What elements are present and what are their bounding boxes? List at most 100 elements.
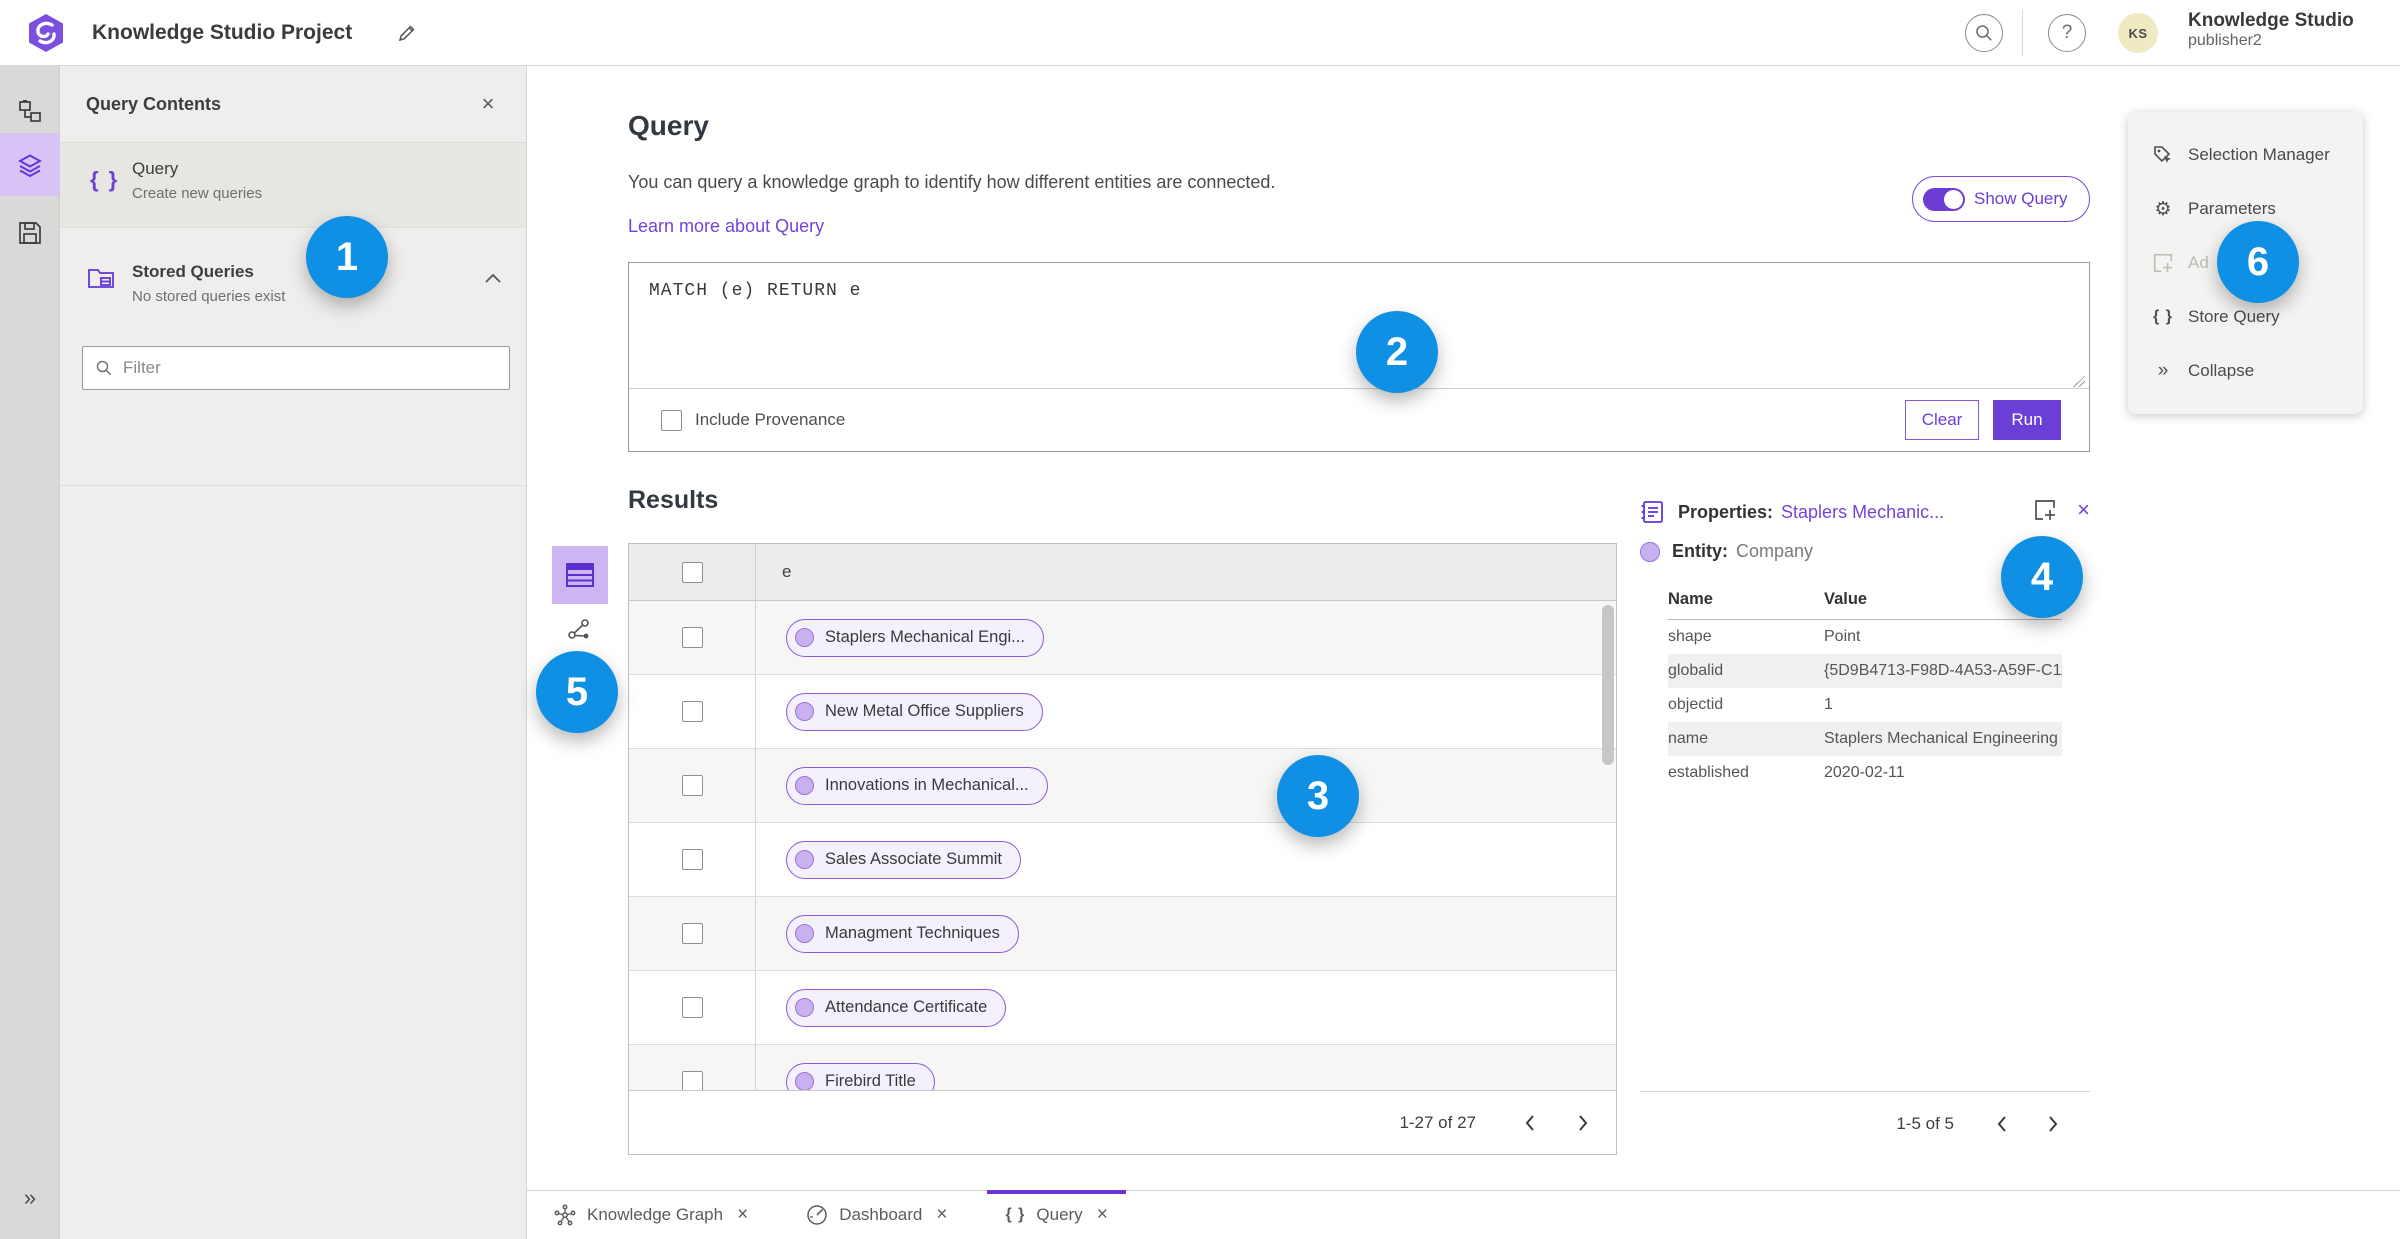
graph-view-button[interactable] xyxy=(556,610,602,650)
rail-contents-button[interactable] xyxy=(0,133,60,196)
close-icon: × xyxy=(936,1204,948,1225)
menu-item-selection-manager[interactable]: Selection Manager xyxy=(2128,138,2363,172)
table-view-button[interactable] xyxy=(552,546,608,604)
tab-label: Knowledge Graph xyxy=(587,1205,724,1224)
results-scrollbar[interactable] xyxy=(1602,605,1614,765)
entity-pill[interactable]: Managment Techniques xyxy=(786,914,1019,953)
properties-close-button[interactable]: × xyxy=(2077,497,2090,523)
menu-item-store-query[interactable]: { } Store Query xyxy=(2128,300,2363,334)
sidebar-item-query[interactable]: { } Query Create new queries xyxy=(60,143,526,228)
entity-pill[interactable]: New Metal Office Suppliers xyxy=(786,692,1043,731)
tab-knowledge-graph[interactable]: Knowledge Graph × xyxy=(536,1191,766,1239)
tab-dashboard[interactable]: Dashboard × xyxy=(788,1191,965,1239)
user-info[interactable]: Knowledge Studio publisher2 xyxy=(2188,10,2354,50)
annotation-circle-1: 1 xyxy=(306,216,388,298)
collapse-icon: » xyxy=(2157,360,2169,381)
stored-queries-section: Stored Queries No stored queries exist xyxy=(60,246,526,486)
bottom-tab-bar: Knowledge Graph × Dashboard × { } Query … xyxy=(527,1190,2400,1239)
filter-input[interactable] xyxy=(123,358,497,378)
selection-manager-icon xyxy=(2150,144,2176,166)
property-value: Staplers Mechanical Engineering xyxy=(1824,730,2058,747)
help-button[interactable]: ? xyxy=(2048,14,2086,52)
table-row: Innovations in Mechanical... xyxy=(629,749,1616,823)
close-icon: × xyxy=(2077,497,2090,522)
rail-save-button[interactable] xyxy=(0,201,60,264)
square-plus-icon xyxy=(2035,500,2056,520)
run-button[interactable]: Run xyxy=(1993,400,2061,440)
resize-grip[interactable] xyxy=(2073,375,2085,387)
results-pagination: 1-27 of 27 xyxy=(629,1090,1616,1154)
annotation-number: 1 xyxy=(335,234,359,279)
menu-item-collapse[interactable]: » Collapse xyxy=(2128,354,2363,388)
search-button[interactable] xyxy=(1965,14,2003,52)
row-checkbox[interactable] xyxy=(681,1071,703,1090)
annotation-number: 6 xyxy=(2246,239,2270,284)
knowledge-graph-icon xyxy=(554,1204,576,1226)
row-checkbox[interactable] xyxy=(681,627,703,648)
query-input[interactable]: MATCH (e) RETURN e xyxy=(629,263,2089,389)
tab-close-button[interactable]: × xyxy=(737,1204,748,1226)
avatar-initials: KS xyxy=(2128,25,2148,41)
panel-close-button[interactable]: × xyxy=(472,88,504,120)
rail-expand-button[interactable]: » xyxy=(0,1185,60,1211)
menu-item-label: Parameters xyxy=(2188,199,2276,218)
entity-pill[interactable]: Staplers Mechanical Engi... xyxy=(786,618,1044,657)
properties-entity-link[interactable]: Staplers Mechanic... xyxy=(1781,502,1944,523)
menu-item-parameters[interactable]: ⚙ Parameters xyxy=(2128,192,2363,226)
tab-close-button[interactable]: × xyxy=(1097,1204,1108,1226)
close-icon: × xyxy=(737,1204,749,1225)
help-icon: ? xyxy=(2061,22,2073,43)
show-query-toggle[interactable]: Show Query xyxy=(1912,176,2090,222)
menu-item-label: Store Query xyxy=(2188,307,2280,326)
entity-pill-label: Managment Techniques xyxy=(825,924,1000,942)
include-provenance-checkbox[interactable] xyxy=(661,409,682,431)
annotation-number: 5 xyxy=(565,669,589,714)
sidebar-item-stored-queries[interactable]: Stored Queries No stored queries exist xyxy=(60,246,526,324)
row-checkbox[interactable] xyxy=(681,701,703,722)
stored-queries-sublabel: No stored queries exist xyxy=(132,288,286,305)
properties-page-label: 1-5 of 5 xyxy=(1896,1113,1954,1133)
property-value: {5D9B4713-F98D-4A53-A59F-C11... xyxy=(1824,662,2062,679)
entity-dot-icon xyxy=(795,628,814,647)
select-all-checkbox[interactable] xyxy=(681,561,703,583)
app-window: Knowledge Studio Project ? KS Knowledge … xyxy=(0,0,2400,1239)
property-row: objectid 1 xyxy=(1668,688,2062,722)
entity-pill[interactable]: Firebird Title xyxy=(786,1062,935,1090)
entity-dot-icon xyxy=(795,1072,814,1090)
properties-next-page-button[interactable] xyxy=(2036,1107,2070,1141)
results-prev-page-button[interactable] xyxy=(1512,1106,1546,1140)
tab-query[interactable]: { } Query × xyxy=(987,1190,1127,1239)
braces-icon: { } xyxy=(90,167,120,192)
properties-prev-page-button[interactable] xyxy=(1984,1107,2018,1141)
chevron-right-icon xyxy=(2048,1115,2057,1132)
row-cell: Firebird Title xyxy=(756,1045,935,1090)
avatar[interactable]: KS xyxy=(2118,13,2158,53)
properties-title: Properties: xyxy=(1678,501,1774,522)
edit-title-button[interactable] xyxy=(392,18,422,48)
gear-icon: ⚙ xyxy=(2154,198,2172,220)
open-in-new-window-button[interactable] xyxy=(2033,498,2057,522)
dashboard-icon xyxy=(806,1204,828,1226)
entity-pill[interactable]: Sales Associate Summit xyxy=(786,840,1021,879)
panel-title: Query Contents xyxy=(86,94,222,114)
show-query-label: Show Query xyxy=(1974,189,2068,208)
tab-close-button[interactable]: × xyxy=(936,1204,947,1226)
entity-pill[interactable]: Attendance Certificate xyxy=(786,988,1007,1027)
property-name: globalid xyxy=(1668,662,1724,679)
row-checkbox[interactable] xyxy=(681,849,703,870)
expand-icon: » xyxy=(23,1185,37,1210)
chevron-right-icon xyxy=(1578,1114,1587,1131)
results-next-page-button[interactable] xyxy=(1566,1106,1600,1140)
panel-header: Query Contents × xyxy=(60,66,526,143)
clear-button[interactable]: Clear xyxy=(1905,400,1979,440)
learn-more-link[interactable]: Learn more about Query xyxy=(628,216,824,237)
property-name: objectid xyxy=(1668,696,1724,713)
entity-value: Company xyxy=(1736,541,1814,561)
entity-pill[interactable]: Innovations in Mechanical... xyxy=(786,766,1048,805)
chevron-up-icon[interactable] xyxy=(484,272,502,284)
row-checkbox[interactable] xyxy=(681,775,703,796)
row-checkbox[interactable] xyxy=(681,923,703,944)
row-checkbox[interactable] xyxy=(681,997,703,1018)
table-row: Attendance Certificate xyxy=(629,971,1616,1045)
row-check-cell xyxy=(629,749,756,822)
